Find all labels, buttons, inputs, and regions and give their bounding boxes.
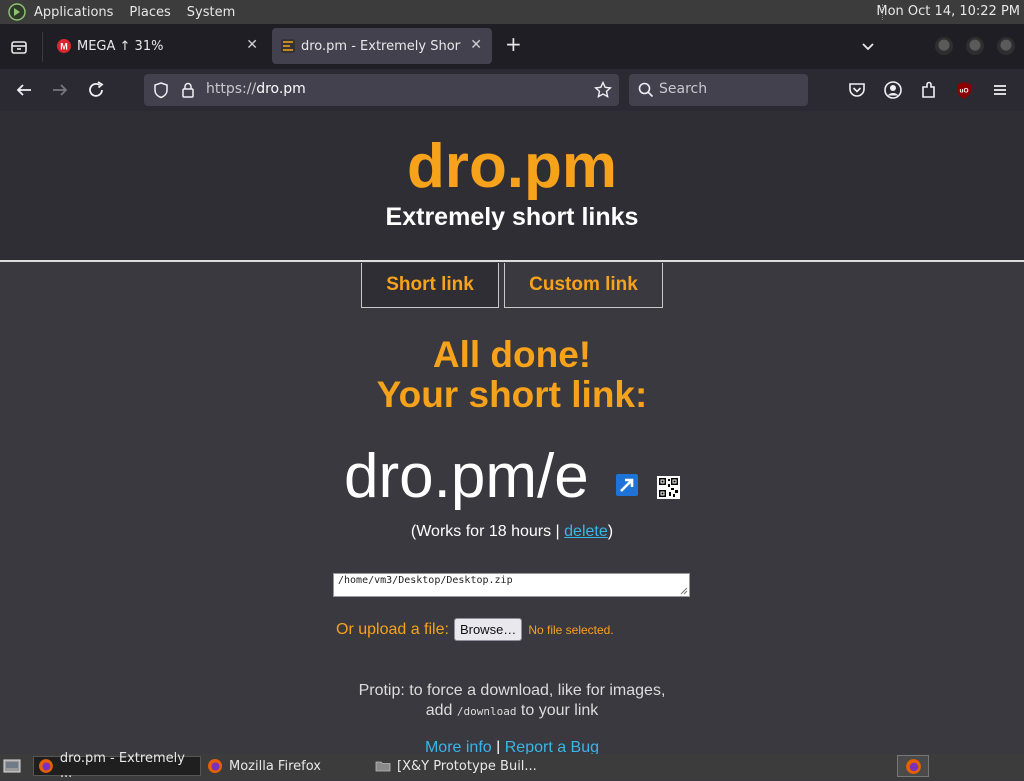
site-header: dro.pm Extremely short links: [0, 111, 1024, 262]
expiry-note: (Works for 18 hours | delete): [0, 523, 1024, 541]
expiry-close: ): [607, 523, 614, 540]
url-scheme: https://: [206, 81, 257, 97]
dropm-favicon-icon: [281, 39, 295, 53]
upload-row: Or upload a file: Browse… No file select…: [336, 618, 614, 641]
taskbar-item-folder[interactable]: [X&Y Prototype Buil...: [371, 756, 541, 776]
page-content: dro.pm Extremely short links Short link …: [0, 111, 1024, 754]
no-file-selected-text: No file selected.: [528, 622, 614, 637]
system-menu[interactable]: System: [187, 5, 235, 20]
upload-label: Or upload a file:: [336, 620, 449, 638]
list-all-tabs-icon[interactable]: [860, 39, 876, 55]
short-link-text[interactable]: dro.pm/e: [344, 441, 589, 512]
tab-bar: M MEGA ↑ 31% ✕ dro.pm - Extremely Short …: [0, 24, 1024, 69]
protip-code: /download: [456, 705, 517, 718]
close-tab-icon[interactable]: ✕: [470, 37, 482, 53]
taskbar-item-dropm[interactable]: dro.pm - Extremely ...: [33, 751, 201, 781]
mega-favicon-icon: M: [57, 39, 71, 53]
site-logo[interactable]: dro.pm: [0, 131, 1024, 202]
clock[interactable]: Mon Oct 14, 10:22 PM: [876, 4, 1020, 19]
result-heading-line1: All done!: [432, 334, 592, 375]
tab-dropm[interactable]: dro.pm - Extremely Short Links ✕: [272, 28, 492, 64]
protip-line2: add /download to your link: [0, 701, 1024, 722]
svg-text:M: M: [60, 42, 68, 52]
site-tagline: Extremely short links: [385, 203, 639, 231]
result-heading: All done! Your short link:: [0, 335, 1024, 415]
taskbar-item-label: Mozilla Firefox: [229, 758, 321, 774]
open-link-icon[interactable]: [615, 473, 639, 497]
firefox-icon: [38, 759, 53, 773]
search-icon: [638, 82, 654, 98]
url-host: dro.pm: [256, 81, 306, 97]
taskbar-item-label: dro.pm - Extremely ...: [59, 751, 185, 781]
tracking-protection-shield-icon[interactable]: [152, 81, 170, 99]
system-panel: Applications Places System Mon Oct 14, 1…: [0, 0, 1024, 24]
expiry-text: (Works for 18 hours |: [410, 523, 565, 540]
folder-icon: [375, 761, 391, 772]
new-tab-icon[interactable]: +: [505, 32, 522, 56]
resize-grip-icon[interactable]: [679, 586, 688, 595]
delete-link[interactable]: delete: [564, 523, 608, 540]
link-target-value: /home/vm3/Desktop/Desktop.zip: [338, 575, 513, 586]
protip-line1: Protip: to force a download, like for im…: [358, 682, 666, 699]
places-menu[interactable]: Places: [129, 5, 170, 20]
search-bar[interactable]: Search: [629, 74, 808, 106]
footer-separator: |: [496, 739, 501, 754]
ublock-origin-icon[interactable]: uO: [953, 79, 975, 101]
firefox-view-icon[interactable]: [10, 38, 28, 56]
svg-text:uO: uO: [959, 88, 968, 95]
browse-button[interactable]: Browse…: [453, 618, 523, 641]
mint-logo-icon[interactable]: [8, 3, 26, 21]
address-bar[interactable]: https://dro.pm: [144, 74, 619, 106]
tab-separator: [42, 32, 43, 62]
account-icon[interactable]: [882, 79, 904, 101]
tab-title: MEGA ↑ 31%: [77, 38, 164, 54]
close-window-button[interactable]: [997, 37, 1015, 55]
tray-firefox[interactable]: [897, 755, 929, 777]
maximize-window-button[interactable]: [966, 37, 984, 55]
tab-mega[interactable]: M MEGA ↑ 31% ✕: [48, 28, 268, 64]
protip-tail: to your link: [520, 702, 599, 719]
qr-code-icon[interactable]: [657, 476, 680, 499]
reload-icon[interactable]: [85, 79, 107, 101]
minimize-window-button[interactable]: [935, 37, 953, 55]
pocket-icon[interactable]: [846, 79, 868, 101]
hamburger-menu-icon[interactable]: [989, 79, 1011, 101]
short-link-tab[interactable]: Short link: [361, 263, 499, 308]
tab-title: dro.pm - Extremely Short Links: [301, 38, 461, 54]
taskbar-item-firefox[interactable]: Mozilla Firefox: [203, 756, 371, 776]
bookmark-star-icon[interactable]: [594, 81, 612, 99]
show-desktop-icon[interactable]: [3, 758, 21, 774]
lock-icon[interactable]: [180, 81, 196, 99]
applications-menu[interactable]: Applications: [34, 5, 113, 20]
extensions-icon[interactable]: [918, 79, 940, 101]
custom-link-tab[interactable]: Custom link: [504, 263, 663, 308]
taskbar-item-label: [X&Y Prototype Buil...: [397, 758, 537, 774]
taskbar: dro.pm - Extremely ... Mozilla Firefox […: [0, 751, 1024, 781]
result-heading-line2: Your short link:: [376, 374, 648, 415]
link-target-textarea[interactable]: /home/vm3/Desktop/Desktop.zip: [333, 573, 690, 597]
firefox-icon: [208, 759, 222, 773]
firefox-tray-icon: [906, 759, 921, 774]
forward-icon[interactable]: [49, 79, 71, 101]
protip-add: add: [425, 702, 453, 719]
report-bug-link[interactable]: Report a Bug: [505, 739, 599, 754]
url-text: https://dro.pm: [206, 81, 306, 97]
more-info-link[interactable]: More info: [425, 739, 492, 754]
close-tab-icon[interactable]: ✕: [246, 37, 258, 53]
back-icon[interactable]: [13, 79, 35, 101]
navigation-bar: https://dro.pm Search uO: [0, 69, 1024, 111]
protip: Protip: to force a download, like for im…: [0, 681, 1024, 722]
search-placeholder: Search: [659, 81, 708, 97]
